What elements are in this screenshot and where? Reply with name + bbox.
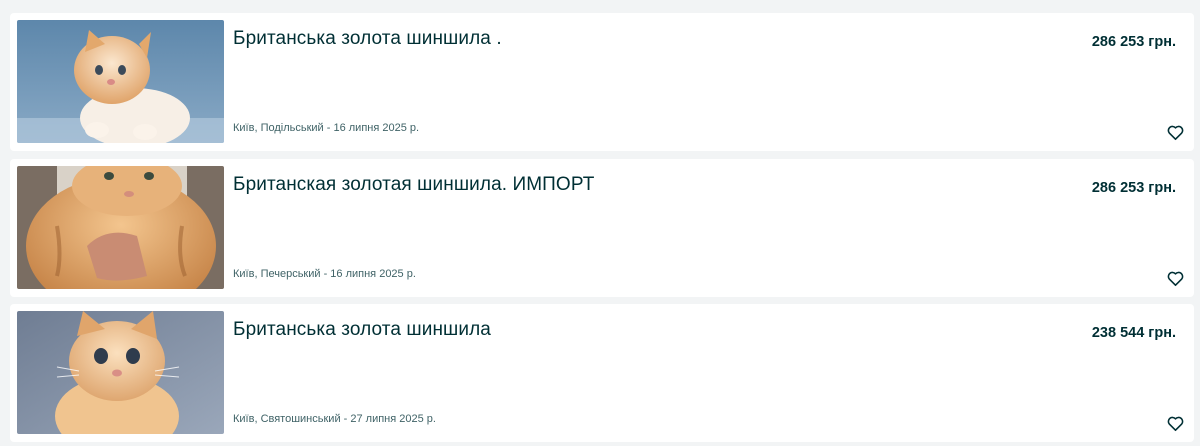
favorite-button[interactable] <box>1164 412 1186 434</box>
heart-outline-icon <box>1167 416 1183 431</box>
listing-price: 238 544 грн. <box>1091 325 1176 341</box>
listing-card[interactable]: Британська золота шиншила 238 544 грн. К… <box>10 304 1194 442</box>
favorite-button[interactable] <box>1164 121 1186 143</box>
listing-price: 286 253 грн. <box>1091 34 1176 50</box>
listing-location-date: Київ, Печерський - 16 липня 2025 р. <box>233 268 416 280</box>
favorite-button[interactable] <box>1164 267 1186 289</box>
listing-photo[interactable] <box>17 166 224 289</box>
listing-title[interactable]: Британська золота шиншила . <box>233 28 502 50</box>
listing-location-date: Київ, Подільський - 16 липня 2025 р. <box>233 122 420 134</box>
listing-title[interactable]: Британская золотая шиншила. ИМПОРТ <box>233 174 594 196</box>
heart-outline-icon <box>1167 271 1183 286</box>
heart-outline-icon <box>1167 125 1183 140</box>
listing-card[interactable]: Британська золота шиншила . 286 253 грн.… <box>10 13 1194 151</box>
listing-photo[interactable] <box>17 311 224 434</box>
listing-location-date: Київ, Святошинський - 27 липня 2025 р. <box>233 413 436 425</box>
listing-photo[interactable] <box>17 20 224 143</box>
listing-card[interactable]: Британская золотая шиншила. ИМПОРТ 286 2… <box>10 159 1194 297</box>
listing-title[interactable]: Британська золота шиншила <box>233 319 491 341</box>
listing-price: 286 253 грн. <box>1091 180 1176 196</box>
